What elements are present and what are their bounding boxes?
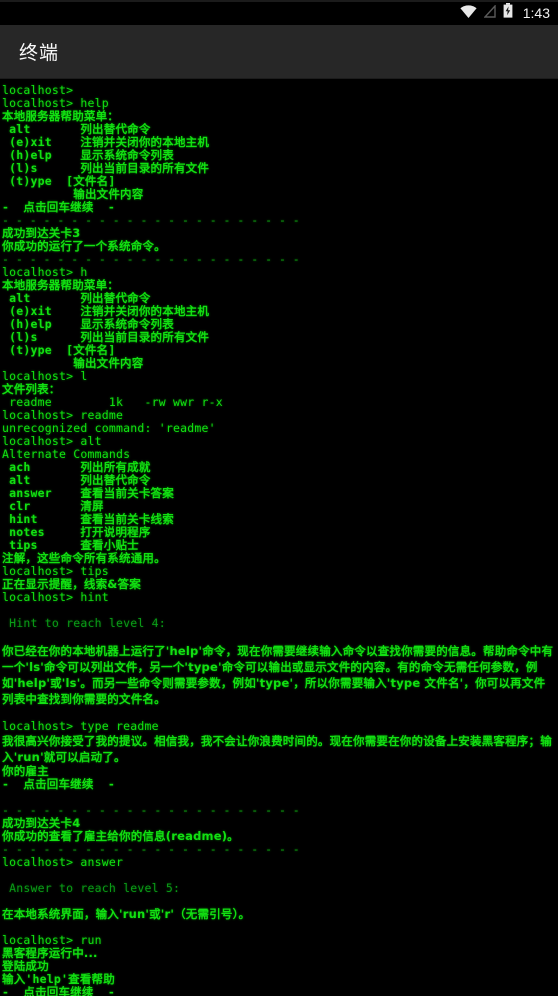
terminal-line: 黑客程序运行中... bbox=[2, 946, 98, 960]
terminal-line: localhost> answer bbox=[2, 855, 124, 869]
battery-charging-icon bbox=[503, 3, 513, 22]
signal-off-icon bbox=[483, 3, 496, 22]
terminal-line: 你已经在你的本地机器上运行了'help'命令，现在你需要继续输入命令以查找你需要… bbox=[2, 644, 554, 706]
terminal-line: - - - - - - - - - - - - - - - - - - - - … bbox=[2, 803, 300, 817]
status-bar-clock: 1:43 bbox=[522, 4, 550, 21]
terminal-line: - - - - - - - - - - - - - - - - - - - - … bbox=[2, 213, 300, 227]
terminal-line: localhost> hint bbox=[2, 590, 109, 604]
terminal-line: Answer to reach level 5: bbox=[2, 881, 181, 895]
status-bar-icons: 1:43 bbox=[460, 3, 550, 22]
app-header: 终端 bbox=[0, 25, 558, 79]
terminal-line: Hint to reach level 4: bbox=[2, 616, 166, 630]
terminal-line: - 点击回车继续 - bbox=[2, 777, 115, 791]
wifi-icon bbox=[460, 3, 477, 22]
terminal-line: - 点击回车继续 - bbox=[2, 985, 115, 996]
page-title: 终端 bbox=[19, 42, 60, 64]
android-status-bar: 1:43 bbox=[0, 0, 558, 25]
terminal-line: localhost> type readme bbox=[2, 719, 159, 733]
terminal-line: 我很高兴你接受了我的提议。相信我，我不会让你浪费时间的。现在你需要在你的设备上安… bbox=[2, 734, 552, 764]
terminal-output[interactable]: localhost> localhost> help 本地服务器帮助菜单： alt … bbox=[0, 79, 558, 996]
terminal-line: 在本地系统界面，输入'run'或'r'（无需引号）。 bbox=[2, 907, 251, 921]
terminal-line: localhost> l bbox=[2, 369, 88, 383]
